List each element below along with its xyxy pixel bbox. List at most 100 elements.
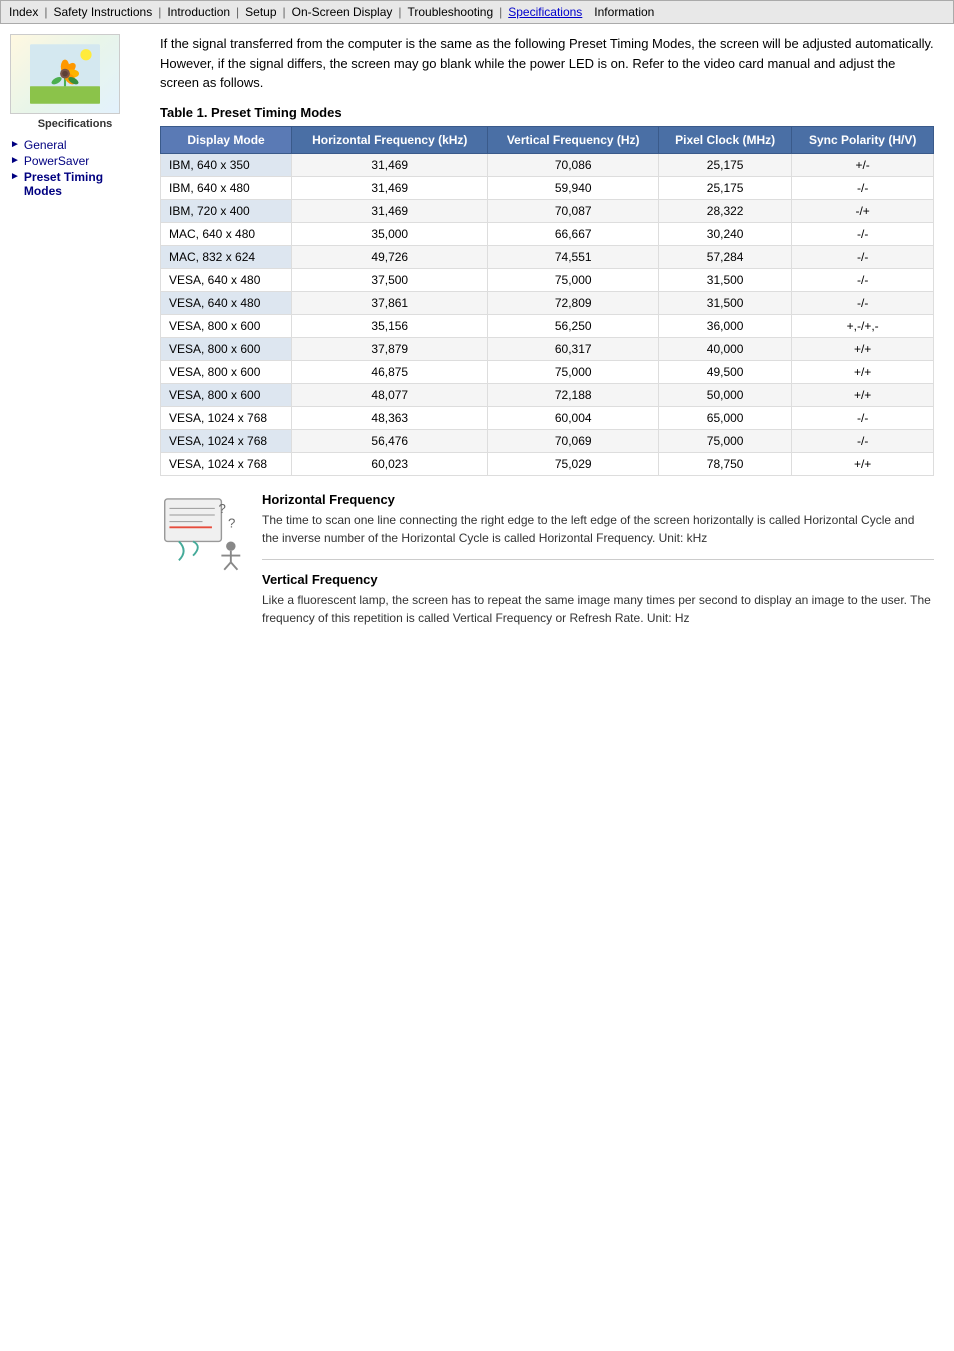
cell-hfreq: 31,469 xyxy=(292,176,488,199)
cell-display: VESA, 800 x 600 xyxy=(161,360,292,383)
cell-vfreq: 75,029 xyxy=(488,452,659,475)
arrow-icon-preset: ► xyxy=(10,171,20,182)
frequency-icon-area: ? ? xyxy=(160,492,250,651)
nav-sep-5: | xyxy=(398,5,401,19)
cell-hfreq: 35,156 xyxy=(292,314,488,337)
cell-hfreq: 31,469 xyxy=(292,199,488,222)
cell-pixel: 36,000 xyxy=(658,314,791,337)
cell-sync: +/+ xyxy=(792,360,934,383)
cell-hfreq: 48,363 xyxy=(292,406,488,429)
nav-introduction[interactable]: Introduction xyxy=(167,5,230,19)
sidebar-item-general[interactable]: ► General xyxy=(10,138,140,152)
cell-pixel: 50,000 xyxy=(658,383,791,406)
nav-index[interactable]: Index xyxy=(9,5,38,19)
table-row: VESA, 800 x 600 37,879 60,317 40,000 +/+ xyxy=(161,337,934,360)
sidebar-logo-label: Specifications xyxy=(10,118,140,130)
table-row: VESA, 800 x 600 35,156 56,250 36,000 +,-… xyxy=(161,314,934,337)
nav-sep-4: | xyxy=(283,5,286,19)
cell-pixel: 31,500 xyxy=(658,291,791,314)
nav-specifications[interactable]: Specifications xyxy=(508,5,582,19)
table-row: VESA, 1024 x 768 48,363 60,004 65,000 -/… xyxy=(161,406,934,429)
cell-hfreq: 37,879 xyxy=(292,337,488,360)
col-header-display: Display Mode xyxy=(161,126,292,153)
col-header-pixel: Pixel Clock (MHz) xyxy=(658,126,791,153)
cell-pixel: 40,000 xyxy=(658,337,791,360)
cell-sync: +/- xyxy=(792,153,934,176)
cell-hfreq: 56,476 xyxy=(292,429,488,452)
cell-pixel: 25,175 xyxy=(658,176,791,199)
cell-hfreq: 37,861 xyxy=(292,291,488,314)
cell-sync: +,-/+,- xyxy=(792,314,934,337)
cell-pixel: 57,284 xyxy=(658,245,791,268)
sidebar-item-preset-timing[interactable]: ► Preset Timing Modes xyxy=(10,170,140,198)
sidebar-item-powersaver[interactable]: ► PowerSaver xyxy=(10,154,140,168)
cell-vfreq: 72,809 xyxy=(488,291,659,314)
cell-display: VESA, 800 x 600 xyxy=(161,314,292,337)
sidebar: Specifications ► General ► PowerSaver ► … xyxy=(10,34,140,651)
cell-vfreq: 66,667 xyxy=(488,222,659,245)
cell-hfreq: 60,023 xyxy=(292,452,488,475)
nav-sep-2: | xyxy=(158,5,161,19)
cell-pixel: 30,240 xyxy=(658,222,791,245)
cell-pixel: 31,500 xyxy=(658,268,791,291)
nav-sep-3: | xyxy=(236,5,239,19)
arrow-icon-powersaver: ► xyxy=(10,155,20,166)
cell-vfreq: 59,940 xyxy=(488,176,659,199)
cell-vfreq: 60,004 xyxy=(488,406,659,429)
cell-vfreq: 75,000 xyxy=(488,360,659,383)
arrow-icon-general: ► xyxy=(10,139,20,150)
cell-pixel: 75,000 xyxy=(658,429,791,452)
cell-display: IBM, 720 x 400 xyxy=(161,199,292,222)
cell-display: VESA, 640 x 480 xyxy=(161,291,292,314)
table-title: Table 1. Preset Timing Modes xyxy=(160,105,934,120)
cell-sync: -/- xyxy=(792,406,934,429)
cell-display: MAC, 640 x 480 xyxy=(161,222,292,245)
nav-troubleshooting[interactable]: Troubleshooting xyxy=(408,5,494,19)
sidebar-logo xyxy=(10,34,120,114)
cell-pixel: 78,750 xyxy=(658,452,791,475)
cell-display: VESA, 800 x 600 xyxy=(161,383,292,406)
svg-text:?: ? xyxy=(228,515,235,530)
cell-sync: +/+ xyxy=(792,337,934,360)
cell-sync: -/- xyxy=(792,291,934,314)
svg-text:?: ? xyxy=(219,501,226,516)
cell-hfreq: 46,875 xyxy=(292,360,488,383)
cell-display: IBM, 640 x 350 xyxy=(161,153,292,176)
cell-display: VESA, 640 x 480 xyxy=(161,268,292,291)
cell-vfreq: 70,069 xyxy=(488,429,659,452)
nav-osd[interactable]: On-Screen Display xyxy=(292,5,393,19)
table-row: IBM, 640 x 480 31,469 59,940 25,175 -/- xyxy=(161,176,934,199)
horizontal-freq-block: Horizontal Frequency The time to scan on… xyxy=(262,492,934,560)
col-header-hfreq: Horizontal Frequency (kHz) xyxy=(292,126,488,153)
cell-sync: -/+ xyxy=(792,199,934,222)
sidebar-label-preset: Preset Timing Modes xyxy=(24,170,140,198)
table-row: IBM, 640 x 350 31,469 70,086 25,175 +/- xyxy=(161,153,934,176)
cell-display: MAC, 832 x 624 xyxy=(161,245,292,268)
cell-hfreq: 31,469 xyxy=(292,153,488,176)
cell-display: VESA, 800 x 600 xyxy=(161,337,292,360)
cell-sync: -/- xyxy=(792,429,934,452)
table-row: VESA, 640 x 480 37,500 75,000 31,500 -/- xyxy=(161,268,934,291)
nav-sep-1: | xyxy=(44,5,47,19)
intro-text: If the signal transferred from the compu… xyxy=(160,34,934,93)
sidebar-nav: ► General ► PowerSaver ► Preset Timing M… xyxy=(10,138,140,198)
cell-pixel: 28,322 xyxy=(658,199,791,222)
nav-sep-6: | xyxy=(499,5,502,19)
cell-vfreq: 72,188 xyxy=(488,383,659,406)
cell-vfreq: 56,250 xyxy=(488,314,659,337)
cell-pixel: 65,000 xyxy=(658,406,791,429)
cell-vfreq: 60,317 xyxy=(488,337,659,360)
col-header-vfreq: Vertical Frequency (Hz) xyxy=(488,126,659,153)
nav-safety[interactable]: Safety Instructions xyxy=(53,5,152,19)
nav-information[interactable]: Information xyxy=(594,5,654,19)
table-row: VESA, 640 x 480 37,861 72,809 31,500 -/- xyxy=(161,291,934,314)
col-header-sync: Sync Polarity (H/V) xyxy=(792,126,934,153)
timing-table: Display Mode Horizontal Frequency (kHz) … xyxy=(160,126,934,476)
cell-sync: +/+ xyxy=(792,383,934,406)
nav-setup[interactable]: Setup xyxy=(245,5,276,19)
content-area: If the signal transferred from the compu… xyxy=(150,34,944,651)
cell-vfreq: 74,551 xyxy=(488,245,659,268)
cell-pixel: 49,500 xyxy=(658,360,791,383)
cell-sync: -/- xyxy=(792,268,934,291)
cell-display: IBM, 640 x 480 xyxy=(161,176,292,199)
